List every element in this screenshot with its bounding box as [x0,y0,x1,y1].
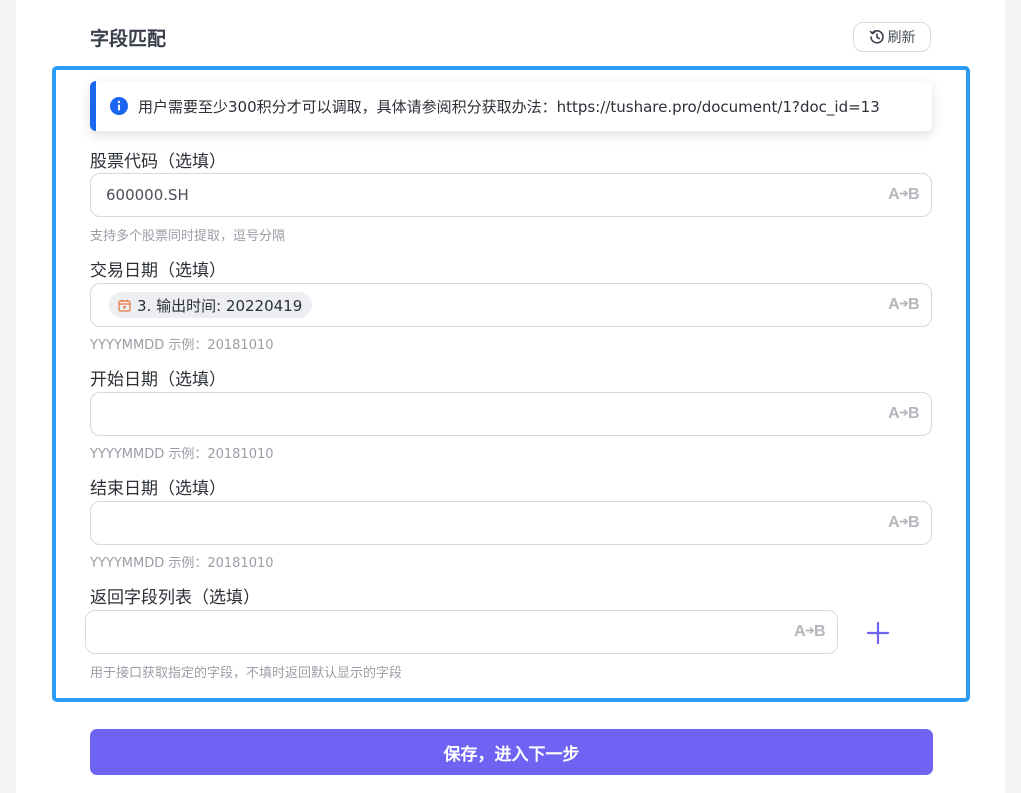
refresh-button[interactable]: 刷新 [853,22,931,52]
start-date-label: 开始日期（选填） [90,370,226,390]
page: 字段匹配 刷新 用户需要至少300积分才可以调取，具体请参阅积分获取办法：htt… [16,0,1005,793]
stock-code-input[interactable]: 600000.SH A➔B [90,173,932,217]
return-fields-label: 返回字段列表（选填） [90,588,260,608]
variable-chip[interactable]: 3. 输出时间: 20220419 [109,292,313,318]
refresh-label: 刷新 [887,30,916,46]
variable-mapping-icon[interactable]: A➔B [888,186,919,204]
end-date-input[interactable]: A➔B [90,501,932,545]
page-title: 字段匹配 [90,28,167,50]
stock-code-label: 股票代码（选填） [90,152,226,172]
stock-code-value: 600000.SH [106,186,189,204]
calendar-icon [118,299,131,312]
trade-date-label: 交易日期（选填） [90,261,226,281]
info-banner-text: 用户需要至少300积分才可以调取，具体请参阅积分获取办法：https://tus… [138,97,880,116]
variable-mapping-icon[interactable]: A➔B [794,623,825,641]
info-banner: 用户需要至少300积分才可以调取，具体请参阅积分获取办法：https://tus… [90,81,932,131]
trade-date-hint: YYYYMMDD 示例：20181010 [90,338,274,353]
start-date-input[interactable]: A➔B [90,392,932,436]
return-fields-input[interactable]: A➔B [85,610,838,654]
variable-mapping-icon[interactable]: A➔B [888,296,919,314]
start-date-hint: YYYYMMDD 示例：20181010 [90,447,274,462]
variable-chip-label: 3. 输出时间: 20220419 [137,296,303,315]
plus-icon[interactable] [865,620,891,646]
stock-code-hint: 支持多个股票同时提取，逗号分隔 [90,229,286,244]
end-date-hint: YYYYMMDD 示例：20181010 [90,556,274,571]
variable-mapping-icon[interactable]: A➔B [888,405,919,423]
variable-mapping-icon[interactable]: A➔B [888,514,919,532]
end-date-label: 结束日期（选填） [90,479,226,499]
info-icon [110,97,128,115]
return-fields-hint: 用于接口获取指定的字段，不填时返回默认显示的字段 [90,666,403,681]
history-icon [869,30,884,44]
trade-date-input[interactable]: 3. 输出时间: 20220419 A➔B [90,283,932,327]
save-next-button[interactable]: 保存，进入下一步 [90,729,933,775]
